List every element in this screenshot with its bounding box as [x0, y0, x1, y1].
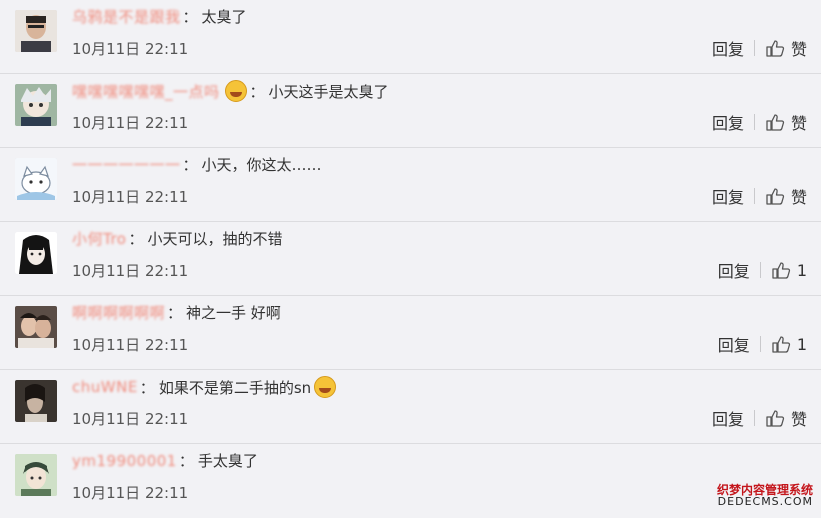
comment-timestamp: 10月11日 22:11 — [72, 262, 189, 280]
divider — [753, 188, 755, 204]
reply-button[interactable]: 回复 — [712, 36, 744, 60]
comment-timestamp: 10月11日 22:11 — [72, 114, 189, 132]
reply-button[interactable]: 回复 — [718, 332, 750, 356]
username-link[interactable]: 小何Tro — [72, 228, 126, 249]
username-link[interactable]: 乌鸦是不是跟我 — [72, 6, 181, 27]
comment-list: 乌鸦是不是跟我： 太臭了 10月11日 22:11 回复 赞 嘿嘿嘿嘿嘿嘿_一点… — [0, 0, 821, 518]
reply-button[interactable]: 回复 — [712, 110, 744, 134]
comment-line: 小何Tro： 小天可以，抽的不错 — [72, 228, 283, 249]
avatar[interactable] — [15, 10, 57, 52]
like-label: 赞 — [790, 114, 807, 133]
like-label: 赞 — [790, 188, 807, 207]
like-button[interactable]: 赞 — [765, 36, 807, 60]
divider — [753, 114, 755, 130]
like-label: 赞 — [790, 410, 807, 429]
comment-timestamp: 10月11日 22:11 — [72, 410, 189, 428]
comment-text: 小天，你这太…… — [201, 156, 322, 174]
comment-item: ym19900001： 手太臭了 10月11日 22:11 — [0, 444, 821, 518]
avatar[interactable] — [15, 84, 57, 126]
comment-timestamp: 10月11日 22:11 — [72, 484, 189, 502]
like-count: 1 — [796, 334, 807, 354]
thumbs-up-icon — [766, 188, 785, 205]
comment-line: chuWNE： 如果不是第二手抽的sn — [72, 376, 339, 398]
like-button[interactable]: 赞 — [765, 110, 807, 134]
username-link[interactable]: 一一一一一一一 — [72, 154, 181, 175]
username-link[interactable]: 啊啊啊啊啊啊 — [72, 302, 165, 323]
comment-actions: 回复 赞 — [712, 36, 807, 60]
divider — [759, 262, 761, 278]
comment-item: 小何Tro： 小天可以，抽的不错 10月11日 22:11 回复 1 — [0, 222, 821, 296]
comment-text: 太臭了 — [201, 8, 247, 26]
comment-text: 神之一手 好啊 — [186, 304, 281, 322]
comment-line: 乌鸦是不是跟我： 太臭了 — [72, 6, 247, 27]
thumbs-up-icon — [766, 40, 785, 57]
thumbs-up-icon — [772, 262, 790, 279]
comment-line: 一一一一一一一： 小天，你这太…… — [72, 154, 322, 175]
comment-actions: 回复 赞 — [712, 406, 807, 430]
comment-timestamp: 10月11日 22:11 — [72, 336, 189, 354]
username-link[interactable]: 嘿嘿嘿嘿嘿嘿_一点吗 — [72, 81, 220, 102]
comment-item: 啊啊啊啊啊啊： 神之一手 好啊 10月11日 22:11 回复 1 — [0, 296, 821, 370]
comment-timestamp: 10月11日 22:11 — [72, 188, 189, 206]
laugh-cry-emoji-icon — [314, 376, 337, 398]
divider — [753, 410, 755, 426]
comment-actions: 回复 赞 — [712, 110, 807, 134]
divider — [759, 336, 761, 352]
comment-line: 嘿嘿嘿嘿嘿嘿_一点吗 ： 小天这手是太臭了 — [72, 80, 389, 102]
avatar[interactable] — [15, 306, 57, 348]
like-label: 赞 — [790, 40, 807, 59]
thumbs-up-icon — [766, 114, 785, 131]
comment-line: ym19900001： 手太臭了 — [72, 451, 258, 471]
thumbs-up-icon — [766, 410, 785, 427]
reply-button[interactable]: 回复 — [712, 184, 744, 208]
comment-item: chuWNE： 如果不是第二手抽的sn 10月11日 22:11 回复 赞 — [0, 370, 821, 444]
comment-text: 如果不是第二手抽的sn — [158, 378, 312, 397]
comment-text: 手太臭了 — [197, 452, 258, 470]
comment-timestamp: 10月11日 22:11 — [72, 40, 189, 58]
avatar[interactable] — [15, 232, 57, 274]
comment-actions: 回复 1 — [718, 258, 807, 282]
username-link[interactable]: chuWNE — [72, 378, 138, 396]
like-button[interactable]: 1 — [771, 260, 807, 280]
comment-text: 小天可以，抽的不错 — [147, 230, 283, 248]
username-link[interactable]: ym19900001 — [72, 452, 177, 470]
comment-item: 嘿嘿嘿嘿嘿嘿_一点吗 ： 小天这手是太臭了 10月11日 22:11 回复 赞 — [0, 74, 821, 148]
comment-actions: 回复 1 — [718, 332, 807, 356]
reply-button[interactable]: 回复 — [718, 258, 750, 282]
comment-text: 小天这手是太臭了 — [268, 82, 389, 101]
reply-button[interactable]: 回复 — [712, 406, 744, 430]
thumbs-up-icon — [772, 336, 790, 353]
site-watermark: 织梦内容管理系统 DEDECMS.COM — [717, 484, 813, 508]
divider — [753, 40, 755, 56]
like-button[interactable]: 赞 — [765, 406, 807, 430]
avatar[interactable] — [15, 158, 57, 200]
avatar[interactable] — [15, 380, 57, 422]
emoji-icon — [224, 80, 247, 102]
like-count: 1 — [796, 260, 807, 280]
like-button[interactable]: 赞 — [765, 184, 807, 208]
watermark-url: DEDECMS.COM — [717, 495, 813, 509]
comment-item: 一一一一一一一： 小天，你这太…… 10月11日 22:11 回复 赞 — [0, 148, 821, 222]
comment-item: 乌鸦是不是跟我： 太臭了 10月11日 22:11 回复 赞 — [0, 0, 821, 74]
comment-actions: 回复 赞 — [712, 184, 807, 208]
like-button[interactable]: 1 — [771, 334, 807, 354]
comment-line: 啊啊啊啊啊啊： 神之一手 好啊 — [72, 302, 281, 323]
avatar[interactable] — [15, 454, 57, 496]
